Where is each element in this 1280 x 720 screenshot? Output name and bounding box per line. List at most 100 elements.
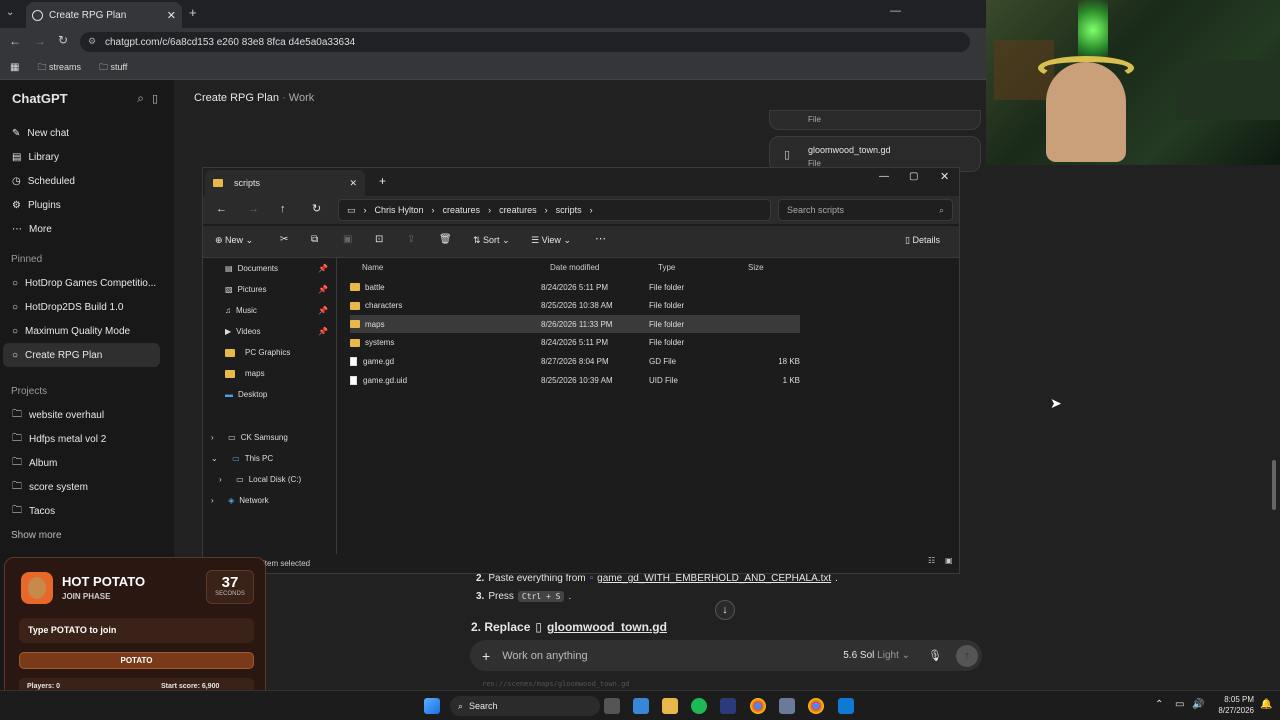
- pinned-chat-active[interactable]: ○ Create RPG Plan: [3, 343, 160, 367]
- minimize-icon[interactable]: —: [890, 5, 901, 17]
- new-button[interactable]: ⊕ New ⌄: [215, 235, 253, 246]
- nav-item-maps[interactable]: maps: [203, 363, 336, 384]
- cut-icon[interactable]: ✂: [280, 234, 288, 245]
- notepad-icon[interactable]: [633, 698, 649, 714]
- tab-list-icon[interactable]: ⌄: [6, 7, 20, 21]
- tiles-view-icon[interactable]: ▣: [945, 556, 953, 565]
- file-card[interactable]: File: [769, 110, 981, 130]
- file-explorer-icon[interactable]: [662, 698, 678, 714]
- volume-icon[interactable]: 🔊: [1192, 699, 1204, 710]
- conversation-title[interactable]: Create RPG Plan: [194, 92, 279, 104]
- bookmark-streams[interactable]: 🗀 streams: [37, 60, 81, 76]
- task-view-icon[interactable]: [604, 698, 620, 714]
- vscode-icon[interactable]: [838, 698, 854, 714]
- chrome-icon[interactable]: [750, 698, 766, 714]
- new-tab-icon[interactable]: +: [189, 5, 197, 20]
- column-size[interactable]: Size: [748, 263, 764, 272]
- breadcrumb-item[interactable]: scripts: [556, 205, 582, 215]
- project-item[interactable]: 🗀 website overhaul: [0, 403, 174, 427]
- minimize-icon[interactable]: —: [879, 171, 889, 182]
- taskbar-search[interactable]: ⌕ Search: [450, 696, 600, 716]
- start-icon[interactable]: [424, 698, 440, 714]
- forward-icon[interactable]: →: [34, 34, 46, 48]
- pinned-chat[interactable]: ○ Maximum Quality Mode: [0, 319, 174, 343]
- add-attachment-icon[interactable]: +: [482, 648, 490, 664]
- close-tab-icon[interactable]: ✕: [349, 178, 357, 189]
- file-row[interactable]: systems 8/24/2026 5:11 PM File folder: [350, 334, 800, 352]
- clock[interactable]: 8:05 PM 8/27/2026: [1208, 694, 1254, 716]
- project-item[interactable]: 🗀 Tacos: [0, 499, 174, 523]
- maximize-icon[interactable]: ▢: [909, 171, 918, 182]
- bookmark-stuff[interactable]: 🗀 stuff: [99, 60, 127, 76]
- explorer-tab[interactable]: scripts ✕: [205, 170, 365, 196]
- composer-input[interactable]: Work on anything: [502, 650, 843, 662]
- reload-icon[interactable]: ↻: [58, 33, 68, 47]
- tray-chevron-icon[interactable]: ⌃: [1155, 699, 1163, 710]
- nav-item-desktop[interactable]: ▬ Desktop: [203, 384, 336, 405]
- potato-join-button[interactable]: POTATO: [19, 652, 254, 669]
- sidebar-more[interactable]: ⋯ More: [0, 217, 174, 241]
- file-row[interactable]: battle 8/24/2026 5:11 PM File folder: [350, 278, 800, 296]
- more-options-icon[interactable]: ⋯: [595, 232, 606, 245]
- microphone-icon[interactable]: 🎙: [928, 649, 942, 662]
- paste-icon[interactable]: ▣: [343, 234, 352, 245]
- file-row[interactable]: game.gd 8/27/2026 8:04 PM GD File 18 KB: [350, 352, 800, 370]
- nav-item-this-pc[interactable]: ⌄ ▭ This PC: [203, 448, 336, 469]
- sidebar-new-chat[interactable]: ✎ New chat: [0, 121, 174, 145]
- spotify-icon[interactable]: [691, 698, 707, 714]
- back-icon[interactable]: ←: [9, 34, 21, 48]
- nav-item-ck-samsung[interactable]: › ▭ CK Samsung: [203, 427, 336, 448]
- sidebar-scheduled[interactable]: ◷ Scheduled: [0, 169, 174, 193]
- view-button[interactable]: ☰ View ⌄: [531, 235, 571, 246]
- delete-icon[interactable]: 🗑: [439, 234, 452, 245]
- network-icon[interactable]: ▭: [1175, 699, 1184, 710]
- details-button[interactable]: ▯ Details: [905, 235, 940, 246]
- breadcrumb-item[interactable]: creatures: [499, 205, 537, 215]
- share-icon[interactable]: ⇪: [407, 234, 415, 245]
- up-icon[interactable]: ↑: [280, 203, 286, 215]
- sidebar-toggle-icon[interactable]: ▯: [152, 92, 158, 105]
- conversation-project[interactable]: Work: [289, 92, 314, 104]
- file-link[interactable]: game_gd_WITH_EMBERHOLD_AND_CEPHALA.txt: [597, 573, 831, 584]
- rename-icon[interactable]: ⊡: [375, 234, 383, 245]
- breadcrumb[interactable]: ▭ › Chris Hylton › creatures › creatures › s…: [338, 199, 771, 221]
- breadcrumb-item[interactable]: Chris Hylton: [375, 205, 424, 215]
- browser-tab[interactable]: Create RPG Plan ✕: [26, 2, 182, 28]
- sidebar-library[interactable]: ▤ Library: [0, 145, 174, 169]
- project-item[interactable]: 🗀 score system: [0, 475, 174, 499]
- section-file-link[interactable]: gloomwood_town.gd: [547, 620, 667, 634]
- send-button[interactable]: ↑: [956, 644, 978, 667]
- sidebar-plugins[interactable]: ⚙ Plugins: [0, 193, 174, 217]
- details-view-icon[interactable]: ☷: [928, 556, 935, 565]
- column-type[interactable]: Type: [658, 263, 675, 272]
- nav-item-documents[interactable]: ▤ Documents 📌: [203, 258, 336, 279]
- refresh-icon[interactable]: ↻: [312, 202, 321, 215]
- nav-item-pc-graphics[interactable]: PC Graphics: [203, 342, 336, 363]
- search-icon[interactable]: ⌕: [137, 91, 144, 106]
- model-picker[interactable]: 5.6 Sol Light ⌄: [843, 650, 910, 661]
- sort-button[interactable]: ⇅ Sort ⌄: [473, 235, 510, 246]
- file-row[interactable]: game.gd.uid 8/25/2026 10:39 AM UID File 1 K…: [350, 371, 800, 389]
- close-tab-icon[interactable]: ✕: [167, 9, 176, 22]
- scroll-down-icon[interactable]: ↓: [715, 600, 735, 620]
- new-tab-icon[interactable]: +: [379, 174, 386, 188]
- hudfx-icon[interactable]: [720, 698, 736, 714]
- apps-grid-icon[interactable]: ▦: [10, 62, 19, 73]
- pinned-chat[interactable]: ○ HotDrop Games Competitio...: [0, 271, 174, 295]
- project-item[interactable]: 🗀 Album: [0, 451, 174, 475]
- forward-icon[interactable]: →: [248, 203, 259, 215]
- brand-title[interactable]: ChatGPT: [12, 91, 129, 106]
- site-info-icon[interactable]: ⚙: [88, 36, 96, 47]
- copy-icon[interactable]: ⧉: [311, 234, 318, 245]
- close-window-icon[interactable]: ✕: [940, 170, 949, 183]
- nav-item-music[interactable]: ♫ Music 📌: [203, 300, 336, 321]
- file-row[interactable]: maps 8/26/2026 11:33 PM File folder: [350, 315, 800, 334]
- scrollbar[interactable]: [1272, 460, 1276, 510]
- column-name[interactable]: Name: [362, 263, 383, 272]
- address-bar[interactable]: ⚙ chatgpt.com/c/6a8cd153 e260 83e8 8fca …: [80, 32, 970, 52]
- project-item[interactable]: 🗀 Hdfps metal vol 2: [0, 427, 174, 451]
- pinned-chat[interactable]: ○ HotDrop2DS Build 1.0: [0, 295, 174, 319]
- back-icon[interactable]: ←: [216, 203, 227, 215]
- breadcrumb-item[interactable]: creatures: [443, 205, 481, 215]
- nav-item-pictures[interactable]: ▧ Pictures 📌: [203, 279, 336, 300]
